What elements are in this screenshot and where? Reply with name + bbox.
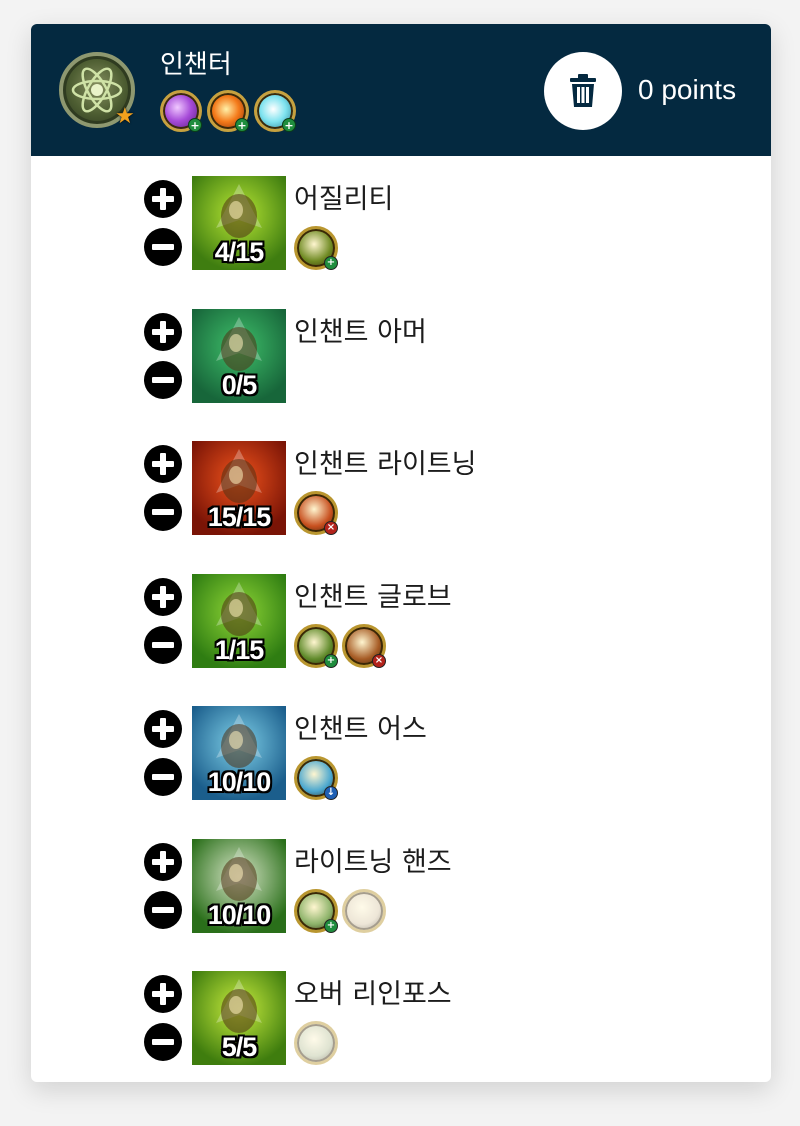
skill-level: 15/15 <box>207 502 272 532</box>
frost-orb-icon[interactable]: + <box>254 90 296 132</box>
glove-icon[interactable]: 1/15 <box>192 574 286 668</box>
decrease-skill-button[interactable] <box>144 626 182 664</box>
skill-level: 0/5 <box>221 370 258 400</box>
skill-name: 인챈트 글로브 <box>294 582 452 613</box>
skill-level: 10/10 <box>207 767 272 797</box>
bracer-icon[interactable]: 4/15 <box>192 176 286 270</box>
green-badge-icon: + <box>324 654 338 668</box>
atom-emblem-icon: ★ <box>59 52 135 128</box>
fire-orb-icon[interactable]: + <box>207 90 249 132</box>
armor-scroll-icon[interactable]: 0/5 <box>192 309 286 403</box>
skill-tree-card: ★ 인챈터 + + + 0 points 4/15 어질리티 +0/5 인챈트 아머 1… <box>31 24 771 1082</box>
red-badge-icon: × <box>372 654 386 668</box>
skill-modifier-icon[interactable]: + <box>294 624 338 668</box>
decrease-skill-button[interactable] <box>144 361 182 399</box>
class-header: ★ 인챈터 + + + 0 points <box>31 24 771 156</box>
increase-skill-button[interactable] <box>144 710 182 748</box>
skill-row: 15/15 인챈트 라이트닝 × <box>144 441 704 537</box>
increase-skill-button[interactable] <box>144 313 182 351</box>
skill-row: 10/10 라이트닝 핸즈 + <box>144 839 704 935</box>
skill-row: 5/5 오버 리인포스 <box>144 971 704 1067</box>
golden-dagger-icon[interactable]: 5/5 <box>192 971 286 1065</box>
class-name: 인챈터 <box>160 50 232 80</box>
green-badge-icon: + <box>324 256 338 270</box>
skill-row: 4/15 어질리티 + <box>144 176 704 272</box>
skill-modifier-icon[interactable] <box>294 1021 338 1065</box>
decrease-skill-button[interactable] <box>144 1023 182 1061</box>
skill-name: 어질리티 <box>294 184 394 215</box>
skill-name: 라이트닝 핸즈 <box>294 847 452 878</box>
earth-shield-icon[interactable]: 10/10 <box>192 706 286 800</box>
increase-skill-button[interactable] <box>144 578 182 616</box>
decrease-skill-button[interactable] <box>144 891 182 929</box>
blue-badge-icon: ↓ <box>324 786 338 800</box>
skill-name: 인챈트 라이트닝 <box>294 449 477 480</box>
purple-orb-icon[interactable]: + <box>160 90 202 132</box>
skill-level: 5/5 <box>221 1032 258 1062</box>
skill-modifier-icon[interactable]: + <box>294 226 338 270</box>
skill-name: 인챈트 어스 <box>294 714 427 745</box>
skill-modifier-icon[interactable]: × <box>294 491 338 535</box>
skill-modifier-icon[interactable]: × <box>342 624 386 668</box>
reset-points-button[interactable] <box>544 52 622 130</box>
increase-skill-button[interactable] <box>144 975 182 1013</box>
red-badge-icon: × <box>324 521 338 535</box>
skill-level: 4/15 <box>214 237 265 267</box>
skill-row: 0/5 인챈트 아머 <box>144 309 704 405</box>
skill-modifier-icon[interactable] <box>342 889 386 933</box>
skill-row: 10/10 인챈트 어스 ↓ <box>144 706 704 802</box>
star-icon: ★ <box>115 104 135 129</box>
green-badge-icon: + <box>324 919 338 933</box>
lightning-sigil-icon[interactable]: 15/15 <box>192 441 286 535</box>
increase-skill-button[interactable] <box>144 843 182 881</box>
skill-name: 오버 리인포스 <box>294 979 452 1010</box>
decrease-skill-button[interactable] <box>144 493 182 531</box>
skill-row: 1/15 인챈트 글로브 + × <box>144 574 704 670</box>
increase-skill-button[interactable] <box>144 180 182 218</box>
skill-modifier-icon[interactable]: + <box>294 889 338 933</box>
points-counter: 0 points <box>638 74 737 105</box>
skill-level: 10/10 <box>207 900 272 930</box>
decrease-skill-button[interactable] <box>144 228 182 266</box>
skill-level: 1/15 <box>214 635 265 665</box>
increase-skill-button[interactable] <box>144 445 182 483</box>
skill-name: 인챈트 아머 <box>294 317 427 348</box>
lightning-hands-icon[interactable]: 10/10 <box>192 839 286 933</box>
decrease-skill-button[interactable] <box>144 758 182 796</box>
skill-modifier-icon[interactable]: ↓ <box>294 756 338 800</box>
trash-icon <box>570 74 596 107</box>
